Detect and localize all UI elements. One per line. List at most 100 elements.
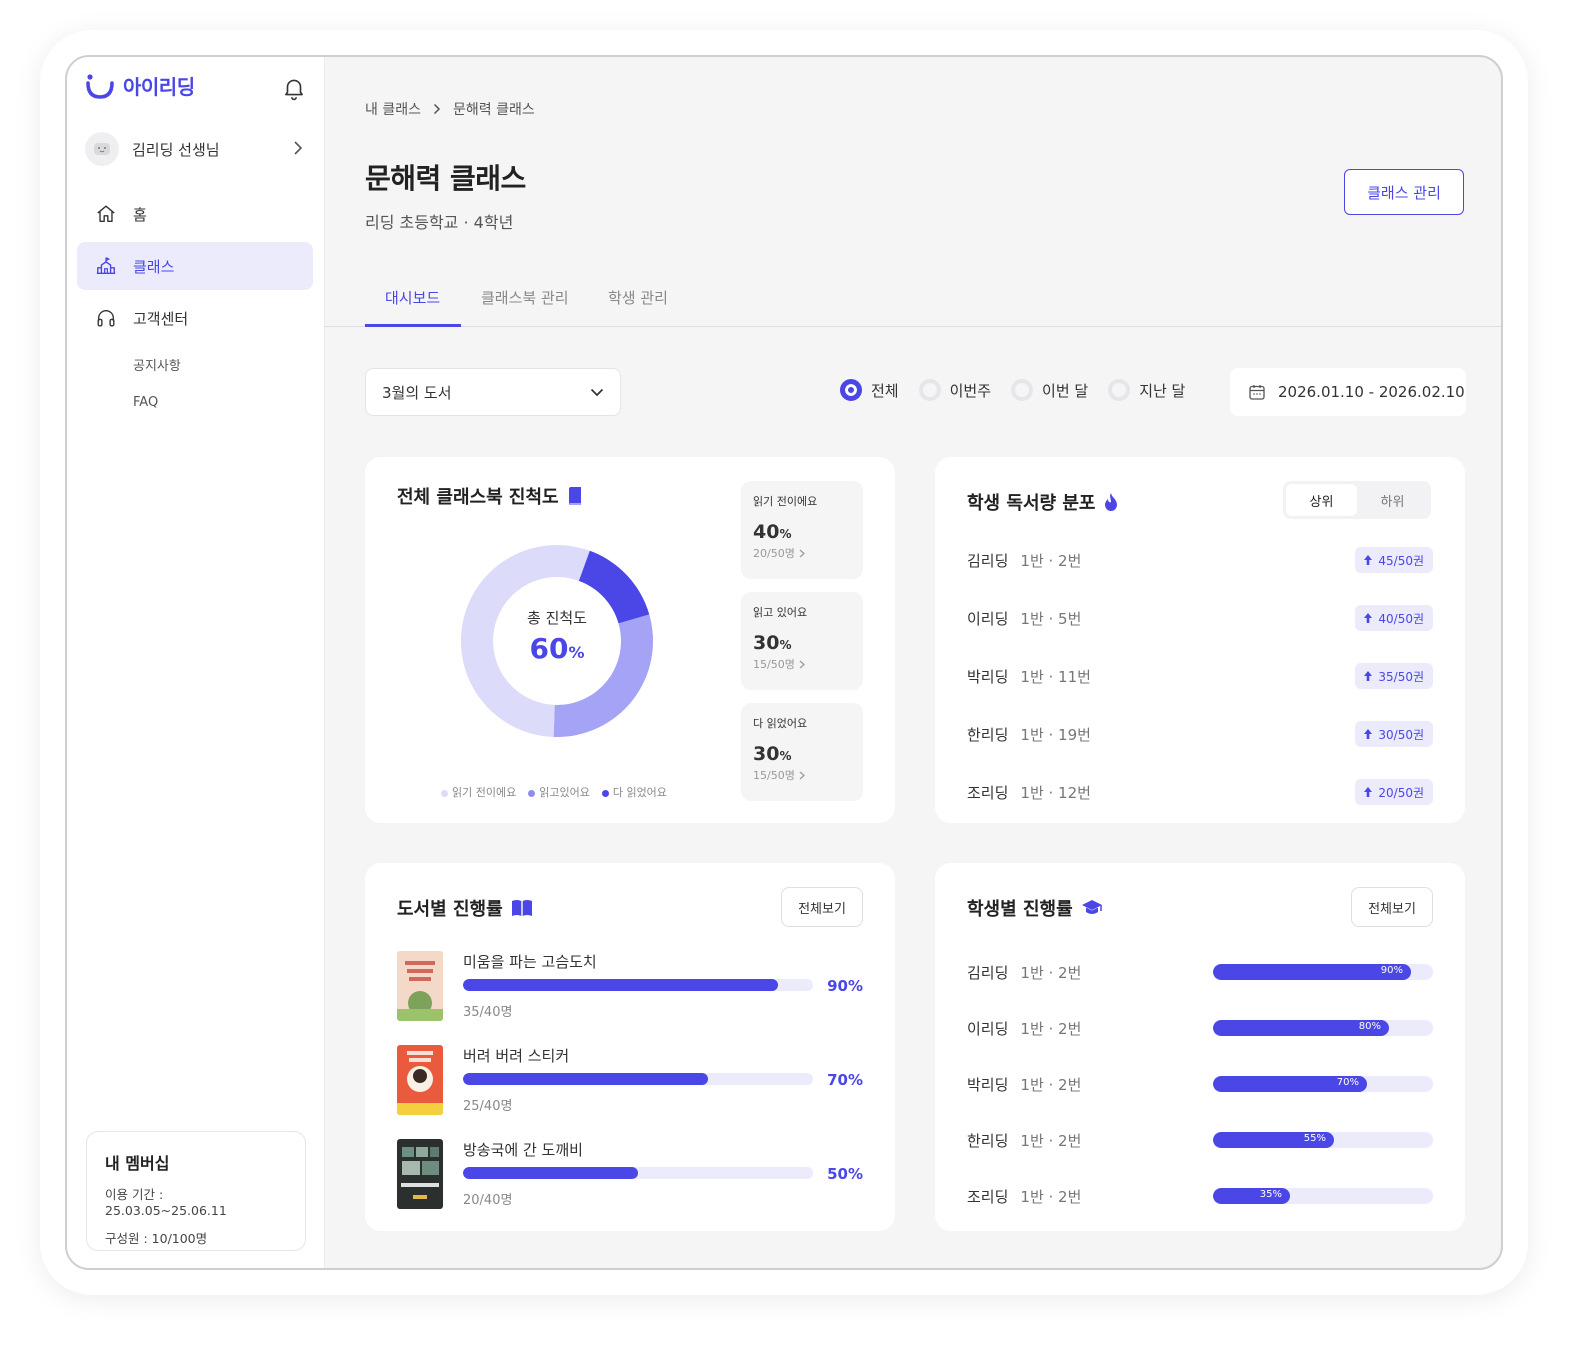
- book-row[interactable]: 방송국에 간 도깨비 50% 20/40명: [397, 1139, 863, 1211]
- progress-bar-fill: [463, 1073, 708, 1085]
- nav-class[interactable]: 클래스: [77, 242, 313, 290]
- radio-this-month[interactable]: 이번 달: [1011, 379, 1088, 401]
- card-title: 학생별 진행률: [967, 895, 1103, 921]
- rank-row[interactable]: 한리딩 1반 · 19번 30/50권: [967, 721, 1433, 747]
- logo[interactable]: 아이리딩: [85, 71, 195, 100]
- stat-value: 30%: [753, 743, 851, 765]
- student-row[interactable]: 김리딩 1반 · 2번 90%: [967, 959, 1433, 985]
- student-view-all-button[interactable]: 전체보기: [1351, 887, 1433, 927]
- radio-this-week[interactable]: 이번주: [918, 379, 991, 401]
- book-count: 35/40명: [463, 1005, 513, 1020]
- fire-icon: [1105, 493, 1118, 511]
- book-count-badge: 40/50권: [1355, 605, 1433, 631]
- tab-bar: 대시보드 클래스북 관리 학생 관리: [325, 277, 1501, 327]
- student-name: 김리딩: [967, 551, 1009, 570]
- donut-center-unit: %: [568, 643, 585, 662]
- progress-label: 90%: [1380, 965, 1403, 976]
- student-row[interactable]: 박리딩 1반 · 2번 70%: [967, 1071, 1433, 1097]
- student-class: 1반 · 2번: [1020, 963, 1082, 982]
- book-cover-image: [397, 1139, 443, 1209]
- nav-home[interactable]: 홈: [77, 190, 313, 238]
- rank-row[interactable]: 조리딩 1반 · 12번 20/50권: [967, 779, 1433, 805]
- book-title: 버려 버려 스티커: [463, 1047, 570, 1065]
- chevron-right-icon: [433, 103, 441, 115]
- distribution-title: 학생 독서량 분포: [967, 493, 1096, 514]
- progress-bar-track: 90%: [1213, 964, 1433, 980]
- stat-label: 다 읽었어요: [753, 717, 808, 730]
- book-row[interactable]: 버려 버려 스티커 70% 25/40명: [397, 1045, 863, 1117]
- stat-not-started[interactable]: 읽기 전이에요 40% 20/50명: [741, 481, 863, 579]
- radio-dot: [1108, 379, 1131, 401]
- stat-unit: %: [779, 638, 792, 652]
- legend-dot: [601, 789, 609, 797]
- book-cover-image: [397, 951, 443, 1021]
- tab-classbook[interactable]: 클래스북 관리: [481, 287, 569, 327]
- arrow-up-icon: [1364, 671, 1373, 681]
- book-view-all-button[interactable]: 전체보기: [781, 887, 863, 927]
- smile-logo-icon: [86, 73, 114, 99]
- student-class: 1반 · 2번: [1020, 1131, 1082, 1150]
- student-name: 조리딩: [967, 783, 1009, 802]
- radio-all[interactable]: 전체: [840, 379, 899, 401]
- page-subtitle: 리딩 초등학교 · 4학년: [365, 213, 514, 232]
- nav-notice[interactable]: 공지사항: [133, 355, 181, 374]
- graduation-cap-icon: [1081, 900, 1102, 914]
- student-row[interactable]: 이리딩 1반 · 2번 80%: [967, 1015, 1433, 1041]
- book-cover-image: [397, 1045, 443, 1115]
- progress-bar-track: 35%: [1213, 1188, 1433, 1204]
- nav-faq[interactable]: FAQ: [133, 395, 158, 410]
- book-row[interactable]: 미움을 파는 고슴도치 90% 35/40명: [397, 951, 863, 1023]
- student-class: 1반 · 2번: [1020, 551, 1082, 570]
- book-title: 방송국에 간 도깨비: [463, 1141, 583, 1159]
- bell-icon[interactable]: [281, 75, 307, 101]
- profile-row[interactable]: 김리딩 선생님: [85, 131, 307, 167]
- chevron-right-icon: [799, 660, 805, 668]
- progress-bar-fill: 80%: [1213, 1020, 1389, 1036]
- card-title: 도서별 진행률: [397, 895, 533, 921]
- nav-support[interactable]: 고객센터: [77, 294, 313, 342]
- book-select[interactable]: 3월의 도서: [365, 368, 621, 416]
- student-row[interactable]: 한리딩 1반 · 2번 55%: [967, 1127, 1433, 1153]
- student-class: 1반 · 11번: [1020, 667, 1091, 686]
- membership-title: 내 멤버십: [105, 1154, 170, 1173]
- toggle-top[interactable]: 상위: [1286, 484, 1357, 516]
- date-range-picker[interactable]: 2026.01.10 - 2026.02.10: [1230, 368, 1466, 416]
- radio-dot: [918, 379, 941, 401]
- tab-dashboard[interactable]: 대시보드: [385, 287, 440, 327]
- tab-active-indicator: [365, 324, 461, 327]
- rank-row[interactable]: 이리딩 1반 · 5번 40/50권: [967, 605, 1433, 631]
- overall-progress-title: 전체 클래스북 진척도: [397, 487, 559, 508]
- stat-number: 30: [753, 632, 780, 654]
- stat-label: 읽고 있어요: [753, 606, 808, 619]
- radio-last-month[interactable]: 지난 달: [1108, 379, 1185, 401]
- home-icon: [97, 205, 115, 223]
- student-class: 1반 · 2번: [1020, 1075, 1082, 1094]
- toggle-bottom[interactable]: 하위: [1357, 484, 1428, 516]
- open-book-icon: [511, 900, 532, 916]
- legend-dot: [441, 789, 448, 797]
- arrow-up-icon: [1364, 613, 1373, 623]
- legend-item: 다 읽었어요: [601, 784, 667, 800]
- card-title: 전체 클래스북 진척도: [397, 483, 583, 509]
- progress-bar-fill: [463, 979, 778, 991]
- progress-bar-fill: 90%: [1213, 964, 1411, 980]
- progress-bar-track: [463, 1073, 813, 1085]
- breadcrumb-item-current: 문해력 클래스: [452, 102, 535, 118]
- class-manage-button[interactable]: 클래스 관리: [1344, 169, 1464, 215]
- membership-card: 내 멤버십 이용 기간 : 25.03.05~25.06.11 구성원 : 10…: [86, 1131, 306, 1251]
- stat-reading[interactable]: 읽고 있어요 30% 15/50명: [741, 592, 863, 690]
- rank-toggle: 상위 하위: [1283, 481, 1431, 519]
- student-row[interactable]: 조리딩 1반 · 2번 35%: [967, 1183, 1433, 1209]
- student-class: 1반 · 5번: [1020, 609, 1082, 628]
- tab-students[interactable]: 학생 관리: [608, 287, 668, 327]
- book-icon: [568, 487, 581, 505]
- stat-finished[interactable]: 다 읽었어요 30% 15/50명: [741, 703, 863, 801]
- breadcrumb-item-my-class[interactable]: 내 클래스: [365, 99, 421, 119]
- book-count-badge: 30/50권: [1355, 721, 1433, 747]
- stat-count: 20/50명: [753, 545, 851, 561]
- nav-label-class: 클래스: [133, 257, 175, 276]
- student-progress-card: 학생별 진행률 전체보기 김리딩 1반 · 2번 90% 이리딩 1반 · 2번 80% 박…: [935, 863, 1465, 1231]
- rank-row[interactable]: 김리딩 1반 · 2번 45/50권: [967, 547, 1433, 573]
- rank-row[interactable]: 박리딩 1반 · 11번 35/50권: [967, 663, 1433, 689]
- card-title: 학생 독서량 분포: [967, 489, 1119, 515]
